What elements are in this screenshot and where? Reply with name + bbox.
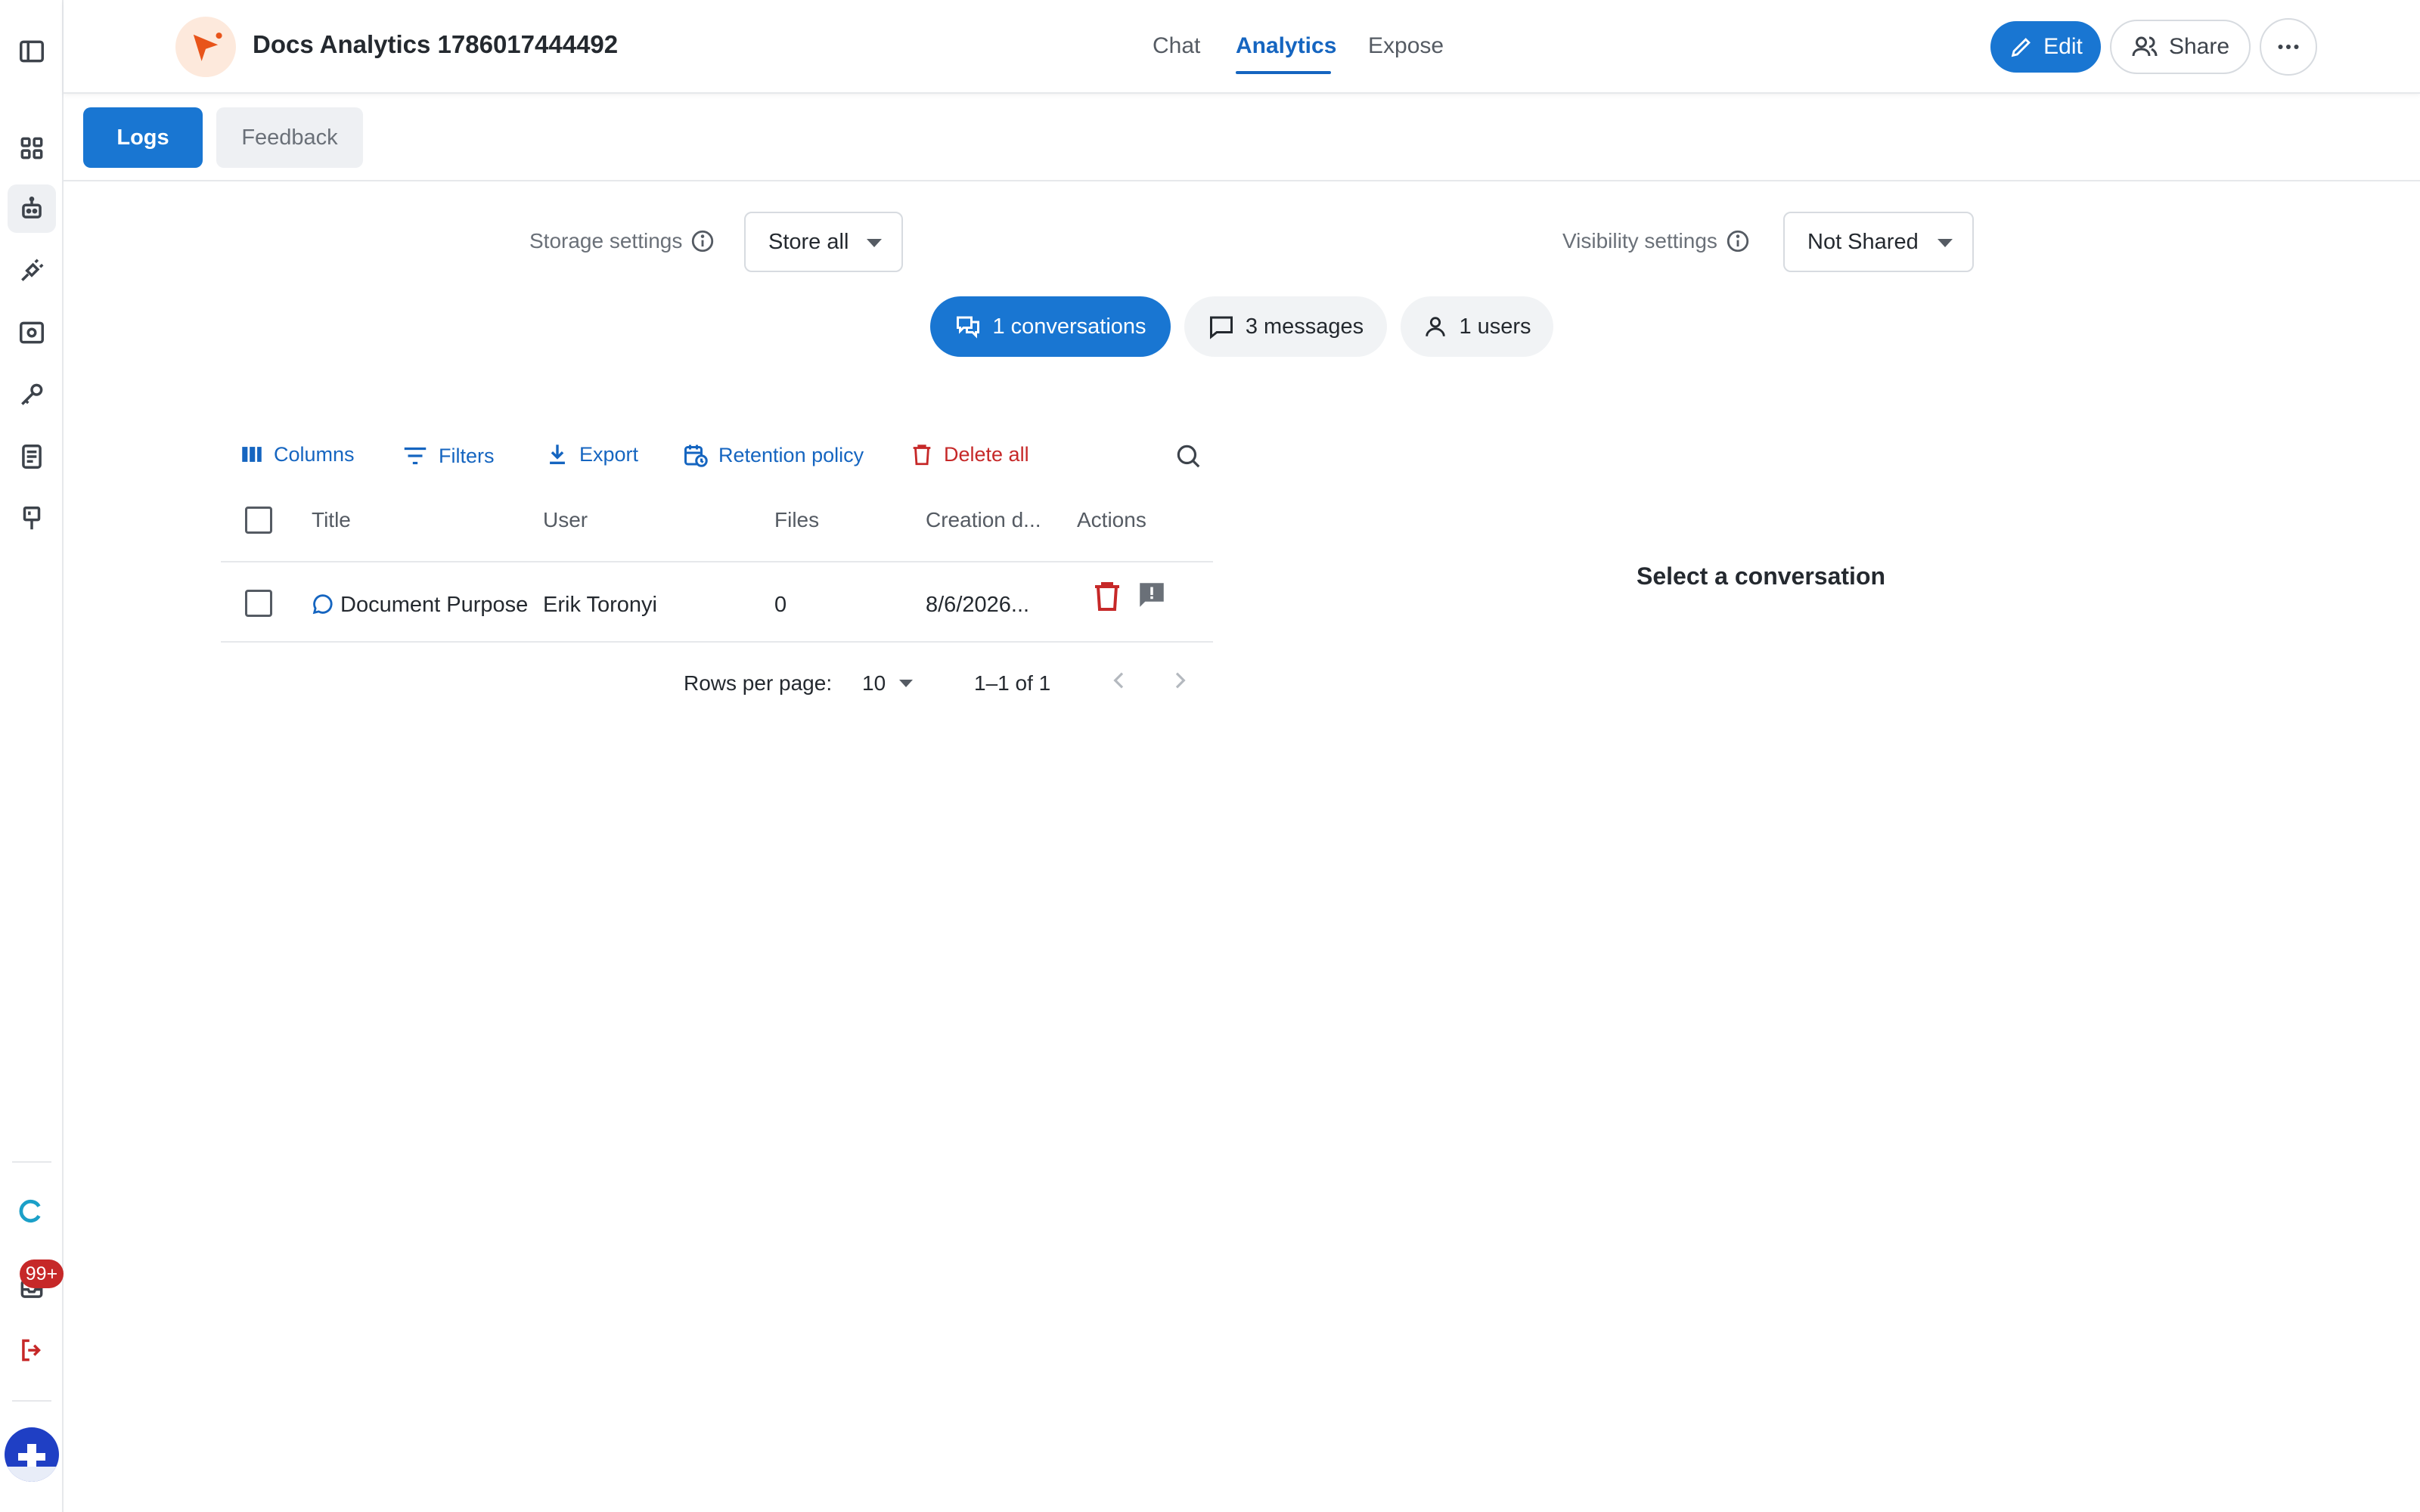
feedback-icon[interactable] [1136, 579, 1168, 611]
filters-button[interactable]: Filters [401, 442, 495, 470]
edit-button-label: Edit [2043, 34, 2083, 59]
chevron-right-icon[interactable] [1168, 668, 1192, 692]
storage-settings-text: Storage settings [529, 229, 683, 253]
edit-button[interactable]: Edit [1990, 21, 2101, 73]
column-header-actions: Actions [1077, 508, 1146, 531]
retention-policy-label: Retention policy [718, 443, 864, 466]
chevron-left-icon[interactable] [1107, 668, 1131, 692]
download-icon [550, 445, 565, 465]
rail-divider [12, 1161, 51, 1163]
messages-chip[interactable]: 3 messages [1184, 296, 1387, 357]
top-header: Docs Analytics 1786017444492 Chat Analyt… [64, 0, 2420, 94]
retention-policy-button[interactable]: Retention policy [682, 442, 864, 469]
conversation-icon [957, 316, 980, 339]
columns-button[interactable]: Columns [239, 442, 355, 467]
logout-icon[interactable] [8, 1326, 56, 1374]
page-title: Docs Analytics 1786017444492 [253, 30, 619, 58]
chevron-down-icon [867, 239, 882, 247]
user-icon [1426, 317, 1446, 336]
active-tab-indicator [1236, 71, 1331, 74]
table-header-divider [221, 561, 1213, 562]
visibility-settings-select[interactable]: Not Shared [1783, 212, 1974, 272]
storage-settings-select[interactable]: Store all [744, 212, 903, 272]
column-header-creation-date[interactable]: Creation d... [926, 508, 1041, 532]
column-header-title[interactable]: Title [312, 508, 351, 532]
left-rail: 99+ [0, 0, 64, 1512]
info-icon[interactable] [690, 228, 715, 254]
row-title: Document Purpose [340, 593, 528, 617]
table-row-divider [221, 641, 1213, 643]
column-header-user[interactable]: User [543, 508, 588, 532]
more-horizontal-icon [2278, 45, 2299, 49]
notification-badge: 99+ [20, 1259, 64, 1288]
info-icon[interactable] [1725, 228, 1751, 254]
storage-settings-value: Store all [768, 229, 849, 254]
robot-icon[interactable] [8, 184, 56, 233]
plug-icon[interactable] [8, 246, 56, 295]
users-count: 1 users [1459, 314, 1531, 339]
filters-label: Filters [439, 444, 495, 467]
delete-row-icon[interactable] [1089, 578, 1125, 614]
app-logo-icon [175, 17, 236, 77]
subtab-bar: Logs Feedback [64, 94, 2420, 181]
row-files: 0 [774, 593, 787, 617]
rows-per-page-select[interactable]: 10 [862, 671, 914, 696]
visibility-settings-value: Not Shared [1807, 229, 1919, 254]
delete-all-label: Delete all [944, 442, 1029, 466]
conversations-count: 1 conversations [992, 314, 1146, 339]
empty-detail-message: Select a conversation [1637, 562, 1886, 590]
rail-divider [12, 1400, 51, 1402]
document-icon[interactable] [8, 432, 56, 481]
trash-icon [913, 445, 931, 466]
more-options-button[interactable] [2260, 18, 2317, 76]
avatar[interactable] [5, 1427, 59, 1482]
users-chip[interactable]: 1 users [1401, 296, 1553, 357]
search-button[interactable] [1174, 442, 1202, 470]
chat-bubble-icon [312, 594, 333, 615]
tab-analytics[interactable]: Analytics [1236, 33, 1336, 59]
export-button[interactable]: Export [544, 442, 638, 467]
columns-label: Columns [274, 442, 355, 466]
row-user: Erik Toronyi [543, 593, 657, 617]
search-icon [1177, 445, 1200, 468]
pencil-icon [2011, 38, 2031, 57]
tab-feedback[interactable]: Feedback [216, 107, 363, 168]
visibility-settings-text: Visibility settings [1562, 229, 1717, 253]
export-label: Export [579, 442, 639, 466]
calendar-clock-icon [684, 445, 708, 467]
rows-per-page-value: 10 [862, 671, 886, 695]
row-creation-date: 8/6/2026... [926, 593, 1030, 617]
delete-all-button[interactable]: Delete all [909, 442, 1029, 467]
storage-settings-label: Storage settings [529, 228, 715, 254]
screen-icon[interactable] [8, 308, 56, 357]
tab-expose[interactable]: Expose [1368, 33, 1444, 59]
sidebar-toggle-icon[interactable] [8, 27, 56, 76]
tab-chat[interactable]: Chat [1153, 33, 1200, 59]
visibility-settings-label: Visibility settings [1562, 228, 1751, 254]
share-button[interactable]: Share [2110, 20, 2251, 74]
share-button-label: Share [2168, 34, 2230, 59]
users-icon [2132, 36, 2158, 57]
select-all-checkbox[interactable] [245, 507, 272, 534]
brush-icon[interactable] [8, 494, 56, 543]
messages-count: 3 messages [1245, 314, 1364, 339]
chevron-down-icon [1938, 239, 1953, 247]
filter-icon [404, 447, 427, 465]
tab-logs[interactable]: Logs [83, 107, 203, 168]
key-icon[interactable] [8, 370, 56, 419]
conversations-chip[interactable]: 1 conversations [930, 296, 1171, 357]
apps-grid-icon[interactable] [8, 124, 56, 172]
rows-per-page-label: Rows per page: [684, 671, 833, 695]
row-checkbox[interactable] [245, 590, 272, 617]
pagination-range: 1–1 of 1 [974, 671, 1051, 695]
columns-icon [242, 447, 262, 462]
column-header-files[interactable]: Files [774, 508, 819, 532]
message-icon [1209, 316, 1233, 339]
chevron-down-icon [899, 680, 914, 687]
assistant-logo-icon[interactable] [8, 1187, 56, 1235]
